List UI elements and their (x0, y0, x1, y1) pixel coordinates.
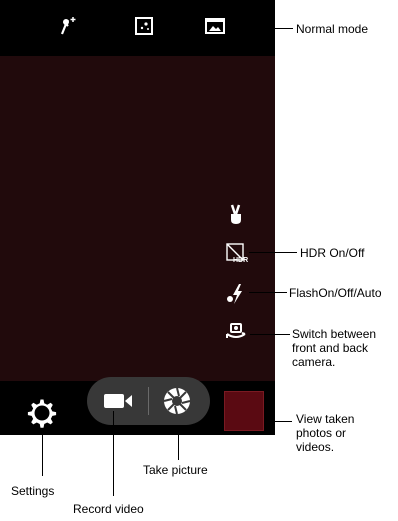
switch-camera-icon[interactable] (224, 320, 248, 344)
settings-icon[interactable] (24, 395, 60, 431)
switch-camera-label: Switch between front and back camera. (292, 327, 377, 369)
hdr-label: HDR On/Off (300, 246, 365, 260)
flash-label: FlashOn/Off/Auto (289, 286, 382, 300)
normal-mode-icon[interactable] (203, 14, 227, 38)
shutter-icon[interactable] (157, 381, 197, 421)
settings-label: Settings (11, 484, 55, 498)
switch-camera-line (250, 334, 290, 335)
normal-mode-label: Normal mode (296, 22, 369, 36)
take-picture-label: Take picture (143, 463, 208, 477)
settings-line (42, 431, 43, 476)
gesture-shot-icon[interactable] (224, 202, 248, 226)
flash-auto-icon[interactable] (224, 282, 248, 306)
magic-effects-icon[interactable] (56, 14, 80, 38)
record-video-line (113, 411, 114, 496)
flash-line (249, 292, 287, 293)
hdr-line (249, 252, 297, 253)
capture-divider (148, 387, 149, 415)
video-camera-icon[interactable] (98, 381, 138, 421)
camera-screen: HDR (0, 0, 275, 435)
svg-text:HDR: HDR (233, 257, 248, 264)
scene-mode-icon[interactable] (132, 14, 156, 38)
hdr-icon[interactable]: HDR (224, 241, 248, 265)
last-photo-thumbnail[interactable] (224, 391, 264, 431)
record-video-label: Record video (73, 502, 144, 516)
take-picture-line (178, 425, 179, 460)
normal-mode-line (251, 28, 293, 29)
top-mode-bar (0, 0, 275, 56)
view-taken-line (266, 421, 292, 422)
capture-controls (87, 377, 210, 425)
view-taken-label: View taken photos or videos. (296, 412, 355, 454)
